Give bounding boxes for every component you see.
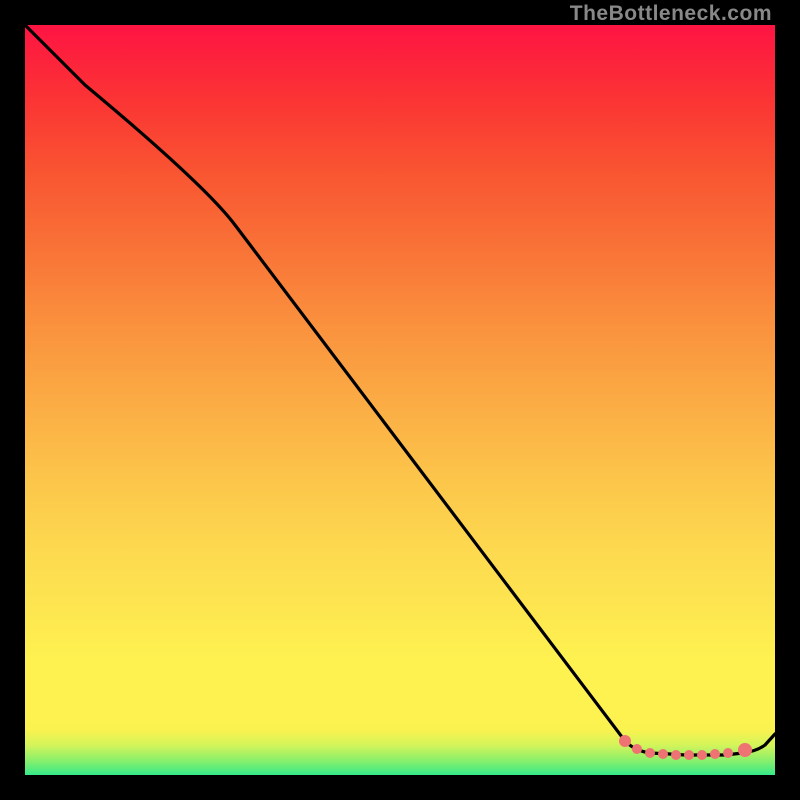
marker-dot [671,750,681,760]
marker-dot [684,750,694,760]
chart-overlay [25,25,775,775]
watermark-text: TheBottleneck.com [570,2,772,26]
marker-dot-large [738,743,752,757]
marker-dot [619,735,631,747]
marker-dot [645,748,655,758]
plot-area [25,25,775,775]
marker-dot [697,750,707,760]
marker-dot [632,744,642,754]
marker-group [619,735,752,760]
marker-dot [658,749,668,759]
marker-dot [710,749,720,759]
chart-frame: TheBottleneck.com [0,0,800,800]
marker-dot [723,748,733,758]
main-curve [25,25,775,755]
